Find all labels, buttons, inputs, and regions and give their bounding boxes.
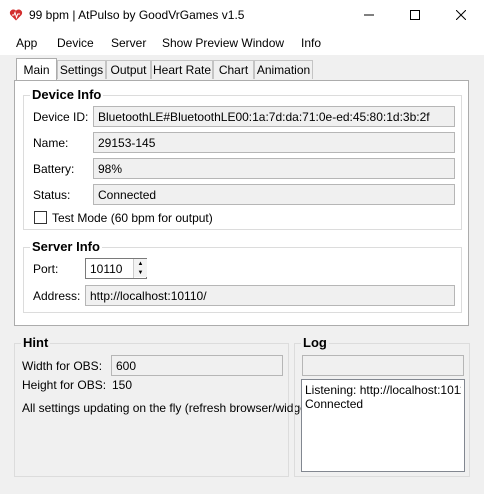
address-label: Address:: [33, 289, 81, 303]
menu-info[interactable]: Info: [301, 36, 321, 50]
spin-up-icon[interactable]: ▲: [134, 259, 147, 268]
tab-main[interactable]: Main: [16, 58, 57, 80]
width-for-obs-label: Width for OBS:: [22, 359, 103, 373]
server-info-group: Server Info Port: 10110 ▲ ▼ Address: htt…: [23, 239, 462, 313]
log-input[interactable]: [302, 355, 464, 376]
tab-output[interactable]: Output: [106, 60, 151, 79]
tab-settings[interactable]: Settings: [57, 60, 106, 79]
height-for-obs-value: 150: [112, 378, 133, 392]
log-group: Log Listening: http://localhost:10110/ C…: [294, 335, 470, 477]
window-title: 99 bpm | AtPulso by GoodVrGames v1.5: [29, 8, 245, 22]
width-for-obs-field[interactable]: 600: [111, 355, 283, 376]
menu-device[interactable]: Device: [57, 36, 94, 50]
server-info-title: Server Info: [30, 239, 102, 254]
log-listbox[interactable]: Listening: http://localhost:10110/ Conne…: [301, 379, 465, 472]
tab-animation[interactable]: Animation: [254, 60, 313, 79]
port-spin-buttons: ▲ ▼: [133, 259, 147, 278]
hint-group: Hint Width for OBS: 600 Height for OBS: …: [14, 335, 314, 477]
menu-server[interactable]: Server: [111, 36, 146, 50]
battery-label: Battery:: [33, 162, 75, 176]
heart-icon: [9, 8, 23, 22]
maximize-icon: [410, 9, 420, 23]
tab-chart[interactable]: Chart: [213, 60, 254, 79]
hint-title: Hint: [21, 335, 51, 350]
port-stepper[interactable]: 10110 ▲ ▼: [85, 258, 147, 279]
log-title: Log: [301, 335, 329, 350]
close-icon: [455, 9, 467, 23]
maximize-button[interactable]: [392, 0, 438, 31]
menu-show-preview-window[interactable]: Show Preview Window: [162, 36, 284, 50]
hint-note: All settings updating on the fly (refres…: [22, 401, 315, 415]
height-for-obs-label: Height for OBS:: [22, 378, 107, 392]
menu-bar: App Device Server Show Preview Window In…: [0, 31, 484, 55]
name-label: Name:: [33, 136, 69, 150]
test-mode-checkbox[interactable]: [34, 211, 47, 224]
menu-app[interactable]: App: [16, 36, 37, 50]
tab-heart-rate[interactable]: Heart Rate: [151, 60, 213, 79]
address-field[interactable]: http://localhost:10110/: [85, 285, 455, 306]
log-line: Listening: http://localhost:10110/: [305, 383, 461, 397]
close-button[interactable]: [438, 0, 484, 31]
minimize-button[interactable]: [346, 0, 392, 31]
status-field[interactable]: Connected: [93, 184, 455, 205]
port-label: Port:: [33, 262, 59, 276]
tab-strip: Main Settings Output Heart Rate Chart An…: [0, 58, 484, 80]
device-id-label: Device ID:: [33, 110, 89, 124]
device-info-title: Device Info: [30, 87, 104, 102]
title-bar: 99 bpm | AtPulso by GoodVrGames v1.5: [0, 0, 484, 31]
spin-down-icon[interactable]: ▼: [134, 268, 147, 277]
test-mode-label[interactable]: Test Mode (60 bpm for output): [52, 211, 213, 225]
main-tab-panel: Device Info Device ID: BluetoothLE#Bluet…: [14, 80, 469, 326]
device-info-group: Device Info Device ID: BluetoothLE#Bluet…: [23, 87, 462, 230]
status-label: Status:: [33, 188, 71, 202]
minimize-icon: [364, 9, 374, 23]
log-line: Connected: [305, 397, 364, 411]
port-value: 10110: [90, 262, 123, 276]
battery-field[interactable]: 98%: [93, 158, 455, 179]
name-field[interactable]: 29153-145: [93, 132, 455, 153]
device-id-field[interactable]: BluetoothLE#BluetoothLE00:1a:7d:da:71:0e…: [93, 106, 455, 127]
